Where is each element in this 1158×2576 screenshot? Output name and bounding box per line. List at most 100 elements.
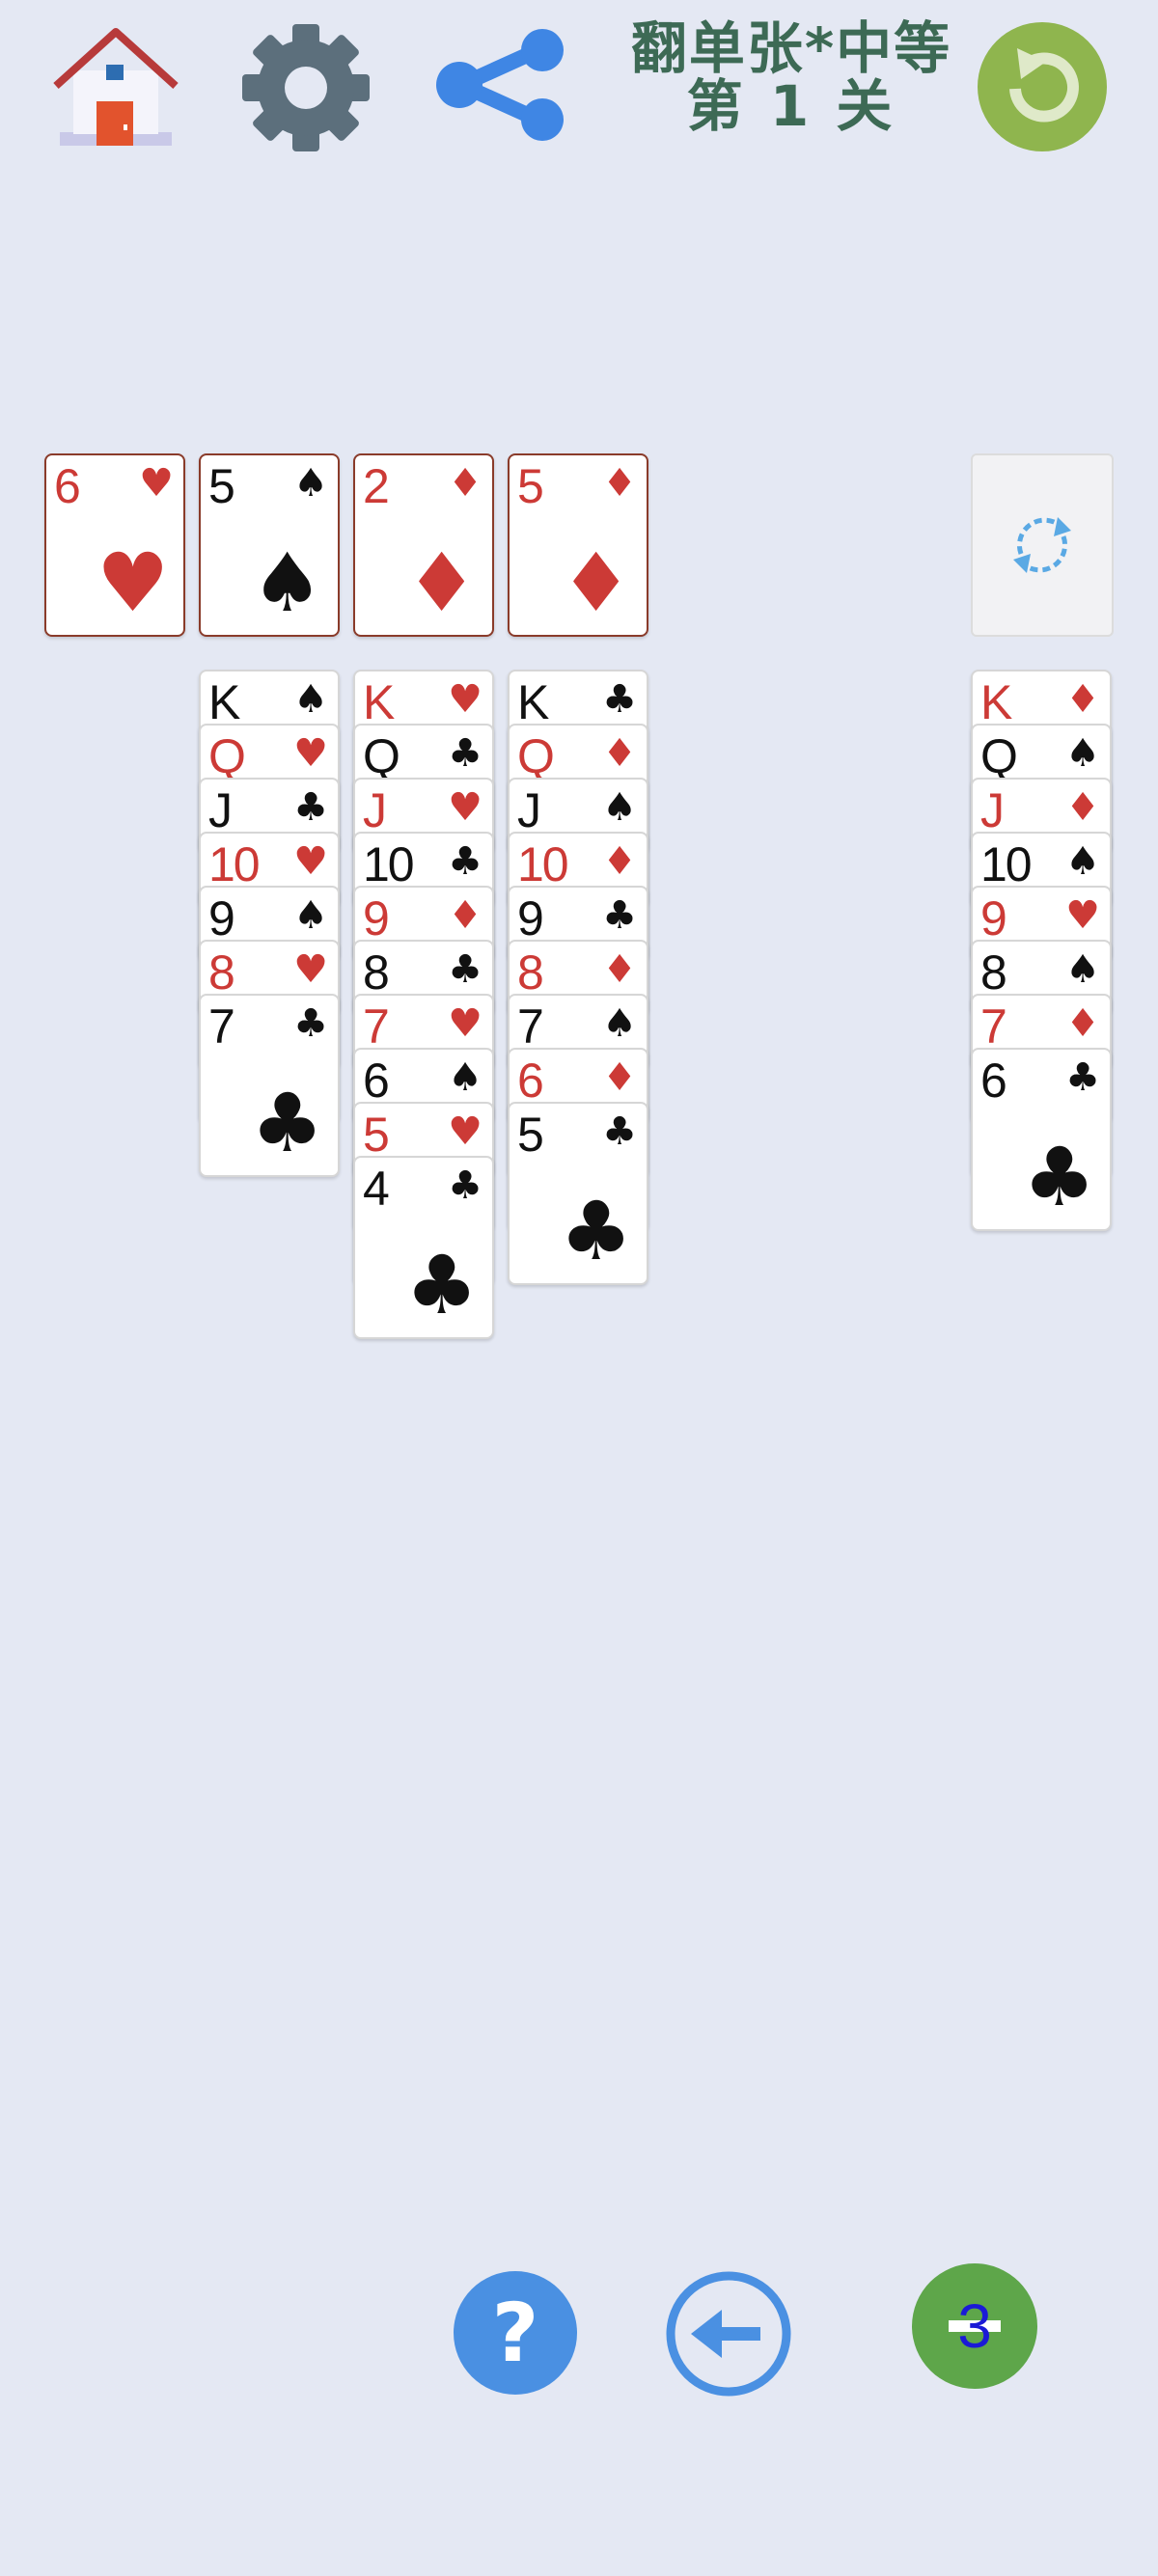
card-suit-icon: ♣ bbox=[448, 1164, 482, 1208]
card-suit-icon: ♦ bbox=[448, 893, 482, 938]
undo-arrow-icon bbox=[666, 2271, 791, 2397]
home-icon bbox=[53, 28, 179, 146]
help-button[interactable]: ? bbox=[454, 2271, 577, 2395]
restart-button[interactable] bbox=[977, 21, 1108, 152]
card-rank: 5 bbox=[517, 459, 544, 513]
card-suit-icon: ♦ bbox=[602, 461, 637, 506]
card-rank: 4 bbox=[363, 1162, 390, 1216]
card-suit-icon: ♠ bbox=[448, 1055, 482, 1100]
card-suit-icon: ♥ bbox=[139, 461, 174, 506]
level-label: 第 1 关 bbox=[686, 73, 896, 139]
stock-pile[interactable] bbox=[971, 453, 1114, 637]
card-suit-icon: ♣ bbox=[602, 1110, 637, 1154]
card-rank: J bbox=[980, 783, 1005, 837]
share-button[interactable] bbox=[434, 27, 569, 143]
card-center-suit-icon: ♦ bbox=[405, 535, 479, 630]
foundation-card[interactable]: 5 ♦ ♦ bbox=[508, 453, 648, 637]
hint-button[interactable]: 3 bbox=[912, 2263, 1037, 2389]
foundation-card[interactable]: 5 ♠ ♠ bbox=[199, 453, 340, 637]
card-suit-icon: ♠ bbox=[293, 461, 328, 506]
card-center-suit-icon: ♦ bbox=[560, 535, 633, 630]
card-center-suit-icon: ♣ bbox=[405, 1238, 479, 1332]
card-suit-icon: ♠ bbox=[1065, 731, 1100, 776]
card-rank: K bbox=[517, 675, 549, 729]
card-rank: K bbox=[363, 675, 395, 729]
card-suit-icon: ♣ bbox=[448, 839, 482, 884]
card-suit-icon: ♠ bbox=[602, 785, 637, 830]
card-suit-icon: ♥ bbox=[448, 785, 482, 830]
tableau-card[interactable]: 7 ♣ ♣ bbox=[199, 994, 340, 1177]
tableau-card[interactable]: 6 ♣ ♣ bbox=[971, 1048, 1112, 1231]
card-suit-icon: ♦ bbox=[1065, 1001, 1100, 1046]
card-suit-icon: ♥ bbox=[293, 947, 328, 992]
card-suit-icon: ♥ bbox=[293, 839, 328, 884]
card-rank: Q bbox=[517, 729, 555, 783]
card-suit-icon: ♣ bbox=[1065, 1055, 1100, 1100]
recycle-icon bbox=[1013, 517, 1071, 573]
card-suit-icon: ♦ bbox=[602, 947, 637, 992]
card-rank: K bbox=[980, 675, 1012, 729]
foundation-card[interactable]: 6 ♥ ♥ bbox=[44, 453, 185, 637]
undo-button[interactable] bbox=[666, 2271, 791, 2397]
card-suit-icon: ♠ bbox=[293, 677, 328, 722]
card-rank: 8 bbox=[363, 945, 390, 1000]
card-rank: 7 bbox=[363, 1000, 390, 1054]
card-suit-icon: ♦ bbox=[602, 731, 637, 776]
card-rank: 10 bbox=[208, 837, 261, 891]
card-suit-icon: ♦ bbox=[1065, 677, 1100, 722]
card-rank: 2 bbox=[363, 459, 390, 513]
card-rank: 6 bbox=[980, 1054, 1007, 1108]
card-center-suit-icon: ♣ bbox=[1023, 1130, 1096, 1224]
card-rank: 7 bbox=[980, 1000, 1007, 1054]
card-rank: 7 bbox=[208, 1000, 235, 1054]
card-rank: 10 bbox=[980, 837, 1033, 891]
settings-button[interactable] bbox=[239, 21, 372, 154]
card-rank: 6 bbox=[54, 459, 81, 513]
hint-count: 3 bbox=[957, 2291, 992, 2361]
card-rank: Q bbox=[208, 729, 246, 783]
card-rank: 5 bbox=[363, 1108, 390, 1162]
card-center-suit-icon: ♠ bbox=[251, 535, 324, 630]
card-rank: 10 bbox=[517, 837, 569, 891]
card-suit-icon: ♥ bbox=[448, 1001, 482, 1046]
card-suit-icon: ♣ bbox=[293, 1001, 328, 1046]
card-rank: K bbox=[208, 675, 240, 729]
help-label: ? bbox=[491, 2286, 539, 2380]
card-suit-icon: ♦ bbox=[1065, 785, 1100, 830]
card-rank: 9 bbox=[980, 891, 1007, 945]
level-title: 翻单张*中等 第 1 关 bbox=[608, 19, 975, 164]
card-rank: 6 bbox=[363, 1054, 390, 1108]
card-rank: J bbox=[363, 783, 387, 837]
tableau-card[interactable]: 4 ♣ ♣ bbox=[353, 1156, 494, 1339]
restart-icon bbox=[978, 22, 1107, 151]
card-rank: Q bbox=[980, 729, 1018, 783]
card-rank: 6 bbox=[517, 1054, 544, 1108]
card-rank: J bbox=[517, 783, 541, 837]
card-rank: 10 bbox=[363, 837, 415, 891]
card-rank: 5 bbox=[517, 1108, 544, 1162]
home-button[interactable] bbox=[48, 24, 183, 154]
card-suit-icon: ♠ bbox=[602, 1001, 637, 1046]
card-suit-icon: ♣ bbox=[448, 947, 482, 992]
share-icon bbox=[436, 29, 564, 141]
card-suit-icon: ♦ bbox=[448, 461, 482, 506]
card-rank: 7 bbox=[517, 1000, 544, 1054]
card-suit-icon: ♥ bbox=[1065, 893, 1100, 938]
card-rank: 9 bbox=[363, 891, 390, 945]
card-suit-icon: ♣ bbox=[448, 731, 482, 776]
mode-label: 翻单张*中等 bbox=[630, 15, 952, 81]
card-suit-icon: ♦ bbox=[602, 1055, 637, 1100]
card-suit-icon: ♣ bbox=[602, 677, 637, 722]
card-suit-icon: ♥ bbox=[448, 1110, 482, 1154]
foundation-card[interactable]: 2 ♦ ♦ bbox=[353, 453, 494, 637]
card-center-suit-icon: ♥ bbox=[96, 535, 170, 630]
card-rank: Q bbox=[363, 729, 400, 783]
card-suit-icon: ♣ bbox=[602, 893, 637, 938]
card-rank: 9 bbox=[208, 891, 235, 945]
card-center-suit-icon: ♣ bbox=[560, 1184, 633, 1278]
card-rank: 8 bbox=[980, 945, 1007, 1000]
card-suit-icon: ♣ bbox=[293, 785, 328, 830]
tableau-card[interactable]: 5 ♣ ♣ bbox=[508, 1102, 648, 1285]
card-rank: 9 bbox=[517, 891, 544, 945]
card-suit-icon: ♠ bbox=[1065, 839, 1100, 884]
